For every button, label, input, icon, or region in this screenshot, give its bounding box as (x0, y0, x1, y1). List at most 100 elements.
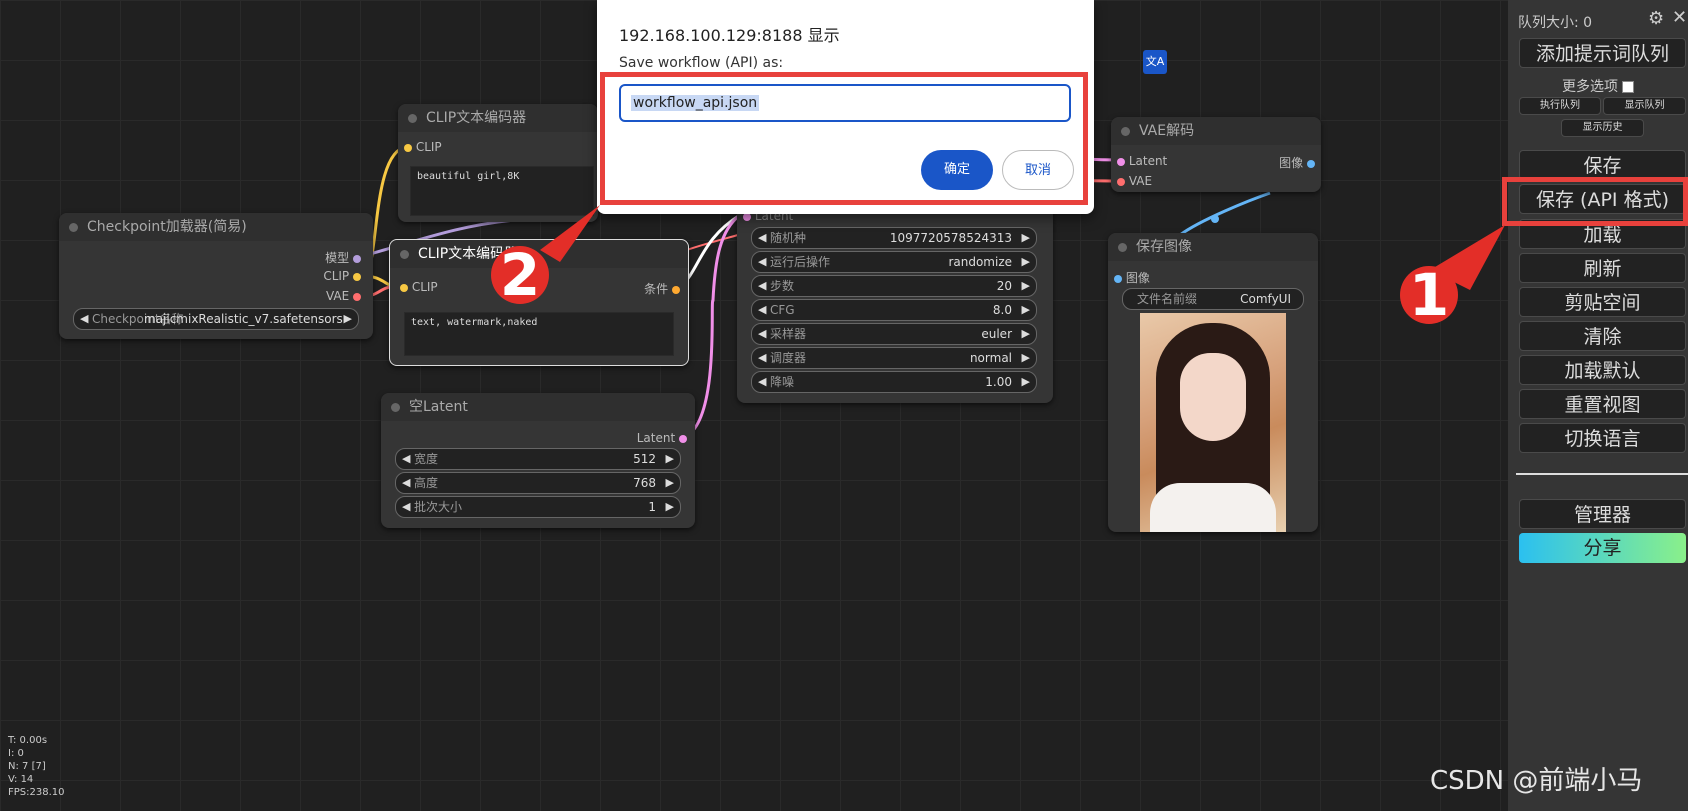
gear-icon[interactable]: ⚙ (1648, 8, 1664, 29)
generated-image-preview[interactable] (1140, 313, 1286, 532)
arrow-right-icon[interactable]: ▶ (1022, 372, 1030, 392)
arrow-right-icon[interactable]: ▶ (344, 309, 352, 329)
node-empty-latent[interactable]: 空Latent Latent ◀ 宽度 512 ▶ ◀ 高度 768 ▶ ◀ 批… (381, 393, 695, 528)
stat-v: V: 14 (8, 774, 34, 785)
arrow-right-icon[interactable]: ▶ (1022, 252, 1030, 272)
node-ksampler[interactable]: Latent ◀ 随机种 1097720578524313 ▶ ◀ 运行后操作 … (737, 205, 1053, 403)
input-vae[interactable]: VAE (1117, 174, 1152, 188)
dialog-message: Save workflow (API) as: (619, 55, 784, 71)
panel-divider (1516, 473, 1688, 475)
stat-fps: FPS:238.10 (8, 787, 65, 798)
arrow-left-icon[interactable]: ◀ (758, 372, 766, 392)
arrow-right-icon[interactable]: ▶ (666, 497, 674, 517)
close-icon[interactable]: ✕ (1672, 7, 1687, 28)
node-checkpoint-loader[interactable]: Checkpoint加载器(简易) 模型 CLIP VAE ◀ Checkpoi… (59, 213, 373, 339)
show-history-button[interactable]: 显示历史 (1561, 119, 1644, 137)
control-after-generate-widget[interactable]: ◀ 运行后操作 randomize ▶ (751, 251, 1037, 273)
arrow-left-icon[interactable]: ◀ (758, 324, 766, 344)
steps-widget[interactable]: ◀ 步数 20 ▶ (751, 275, 1037, 297)
input-image[interactable]: 图像 (1114, 269, 1150, 286)
clip-dot (404, 143, 412, 152)
arrow-right-icon[interactable]: ▶ (1022, 228, 1030, 248)
arrow-right-icon[interactable]: ▶ (1022, 348, 1030, 368)
execute-queue-button[interactable]: 执行队列 (1519, 97, 1601, 115)
arrow-right-icon[interactable]: ▶ (666, 473, 674, 493)
seed-widget[interactable]: ◀ 随机种 1097720578524313 ▶ (751, 227, 1037, 249)
vae-dot (353, 292, 361, 301)
output-clip[interactable]: CLIP (323, 269, 361, 283)
arrow-left-icon[interactable]: ◀ (80, 309, 88, 329)
more-options-label: 更多选项 (1562, 79, 1618, 95)
batch-size-widget[interactable]: ◀ 批次大小 1 ▶ (395, 496, 681, 518)
sampler-widget[interactable]: ◀ 采样器 euler ▶ (751, 323, 1037, 345)
input-clip[interactable]: CLIP (400, 280, 438, 294)
clipspace-button[interactable]: 剪贴空间 (1519, 287, 1686, 317)
queue-size-label: 队列大小: 0 (1518, 15, 1593, 31)
annotation-highlight-dialog (600, 72, 1088, 205)
reset-view-button[interactable]: 重置视图 (1519, 389, 1686, 419)
image-dot (1307, 159, 1315, 168)
step-2-badge: 2 (491, 246, 549, 304)
prompt-textarea[interactable]: text, watermark,naked (404, 312, 674, 356)
prompt-textarea[interactable]: beautiful girl,8K (410, 166, 594, 216)
input-latent[interactable]: Latent (1117, 154, 1167, 168)
node-clip-text-encode-positive[interactable]: CLIP文本编码器 CLIP beautiful girl,8K (398, 104, 598, 222)
arrow-left-icon[interactable]: ◀ (758, 276, 766, 296)
csdn-watermark: CSDN @前端小马 (1430, 766, 1643, 796)
more-options-checkbox[interactable] (1622, 81, 1635, 93)
comfy-menu-panel: 队列大小: 0 ⚙ ✕ 添加提示词队列 更多选项 执行队列 显示队列 显示历史 … (1508, 0, 1688, 811)
node-vae-decode[interactable]: VAE解码 Latent VAE 图像 (1111, 117, 1321, 192)
dialog-host: 192.168.100.129:8188 显示 (619, 26, 840, 45)
checkpoint-name-combo[interactable]: ◀ Checkpoint名称 majicmixRealistic_v7.safe… (73, 308, 359, 330)
output-latent[interactable]: Latent (637, 431, 687, 445)
arrow-left-icon[interactable]: ◀ (402, 449, 410, 469)
queue-prompt-button[interactable]: 添加提示词队列 (1519, 38, 1686, 68)
manager-button[interactable]: 管理器 (1519, 499, 1686, 529)
clip-dot (353, 272, 361, 281)
model-dot (353, 254, 361, 263)
output-vae[interactable]: VAE (326, 289, 361, 303)
show-queue-button[interactable]: 显示队列 (1603, 97, 1686, 115)
clear-button[interactable]: 清除 (1519, 321, 1686, 351)
face-shape (1180, 353, 1246, 441)
switch-language-button[interactable]: 切换语言 (1519, 423, 1686, 453)
height-widget[interactable]: ◀ 高度 768 ▶ (395, 472, 681, 494)
node-title: 保存图像 (1108, 233, 1318, 261)
arrow-left-icon[interactable]: ◀ (758, 300, 766, 320)
arrow-right-icon[interactable]: ▶ (1022, 324, 1030, 344)
cfg-widget[interactable]: ◀ CFG 8.0 ▶ (751, 299, 1037, 321)
arrow-left-icon[interactable]: ◀ (402, 497, 410, 517)
arrow-left-icon[interactable]: ◀ (402, 473, 410, 493)
cond-dot (672, 285, 680, 294)
output-conditioning[interactable]: 条件 (644, 280, 680, 297)
canvas-stats: T: 0.00s I: 0 N: 7 [7] V: 14 FPS:238.10 (8, 734, 65, 799)
node-title: Checkpoint加载器(简易) (59, 213, 373, 241)
scheduler-widget[interactable]: ◀ 调度器 normal ▶ (751, 347, 1037, 369)
stat-nodes: N: 7 [7] (8, 761, 46, 772)
arrow-left-icon[interactable]: ◀ (758, 228, 766, 248)
share-button[interactable]: 分享 (1519, 533, 1686, 563)
arrow-left-icon[interactable]: ◀ (758, 348, 766, 368)
arrow-right-icon[interactable]: ▶ (1022, 300, 1030, 320)
input-clip[interactable]: CLIP (404, 140, 442, 154)
width-widget[interactable]: ◀ 宽度 512 ▶ (395, 448, 681, 470)
output-image[interactable]: 图像 (1279, 154, 1315, 171)
stat-time: T: 0.00s (8, 735, 48, 746)
clip-dot (400, 283, 408, 292)
annotation-highlight-save-api (1502, 177, 1688, 226)
denoise-widget[interactable]: ◀ 降噪 1.00 ▶ (751, 371, 1037, 393)
refresh-button[interactable]: 刷新 (1519, 253, 1686, 283)
translate-icon[interactable]: 文A (1143, 50, 1167, 74)
node-save-image[interactable]: 保存图像 图像 文件名前缀 ComfyUI (1108, 233, 1318, 532)
link-image (1179, 191, 1271, 237)
arrow-right-icon[interactable]: ▶ (666, 449, 674, 469)
filename-prefix-widget[interactable]: 文件名前缀 ComfyUI (1122, 288, 1304, 310)
arrow-right-icon[interactable]: ▶ (1022, 276, 1030, 296)
shirt-shape (1150, 483, 1276, 532)
arrow-left-icon[interactable]: ◀ (758, 252, 766, 272)
load-default-button[interactable]: 加载默认 (1519, 355, 1686, 385)
output-model[interactable]: 模型 (325, 249, 361, 266)
node-title: VAE解码 (1111, 117, 1321, 145)
save-button[interactable]: 保存 (1519, 150, 1686, 180)
node-title: CLIP文本编码器 (398, 104, 598, 132)
